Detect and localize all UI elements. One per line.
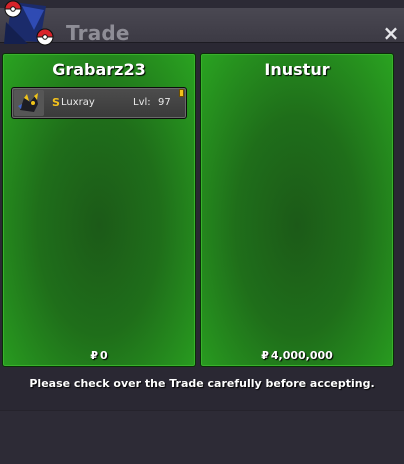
- money-amount-left: 0: [100, 349, 108, 362]
- shiny-indicator: S: [52, 96, 60, 109]
- player-name-right: Inustur: [264, 60, 330, 79]
- money-amount-right: 4,000,000: [270, 349, 333, 362]
- title-bar[interactable]: Trade ×: [0, 8, 404, 45]
- pokedollar-icon: ₽: [261, 349, 269, 362]
- pokeball-logo-icon: [4, 0, 54, 46]
- player-name-left: Grabarz23: [52, 60, 146, 79]
- my-offer-panel[interactable]: Grabarz23 S Luxray Lvl: 97 ₽0: [2, 53, 196, 367]
- pokedollar-icon: ₽: [90, 349, 98, 362]
- trade-notice: Please check over the Trade carefully be…: [29, 377, 375, 390]
- pokemon-level: 97: [158, 97, 171, 108]
- bottom-bar: [0, 410, 404, 464]
- money-left: ₽0: [3, 349, 195, 362]
- trade-window: Trade × Grabarz23 S Luxray Lvl: 97 ₽ 0 I…: [0, 0, 404, 464]
- window-title: Trade: [66, 21, 130, 45]
- luxray-sprite-icon: [14, 90, 44, 116]
- close-icon[interactable]: ×: [382, 23, 400, 43]
- trade-content: Grabarz23 S Luxray Lvl: 97 ₽0 Inustur ₽ …: [0, 43, 404, 463]
- pokemon-level-label: Lvl:: [133, 97, 151, 108]
- pokemon-name: Luxray: [61, 97, 95, 108]
- money-right: ₽4,000,000: [201, 349, 393, 362]
- held-item-icon: [179, 89, 184, 97]
- pokemon-slot-luxray[interactable]: S Luxray Lvl: 97: [11, 87, 187, 119]
- partner-offer-panel: Inustur ₽4,000,000: [200, 53, 394, 367]
